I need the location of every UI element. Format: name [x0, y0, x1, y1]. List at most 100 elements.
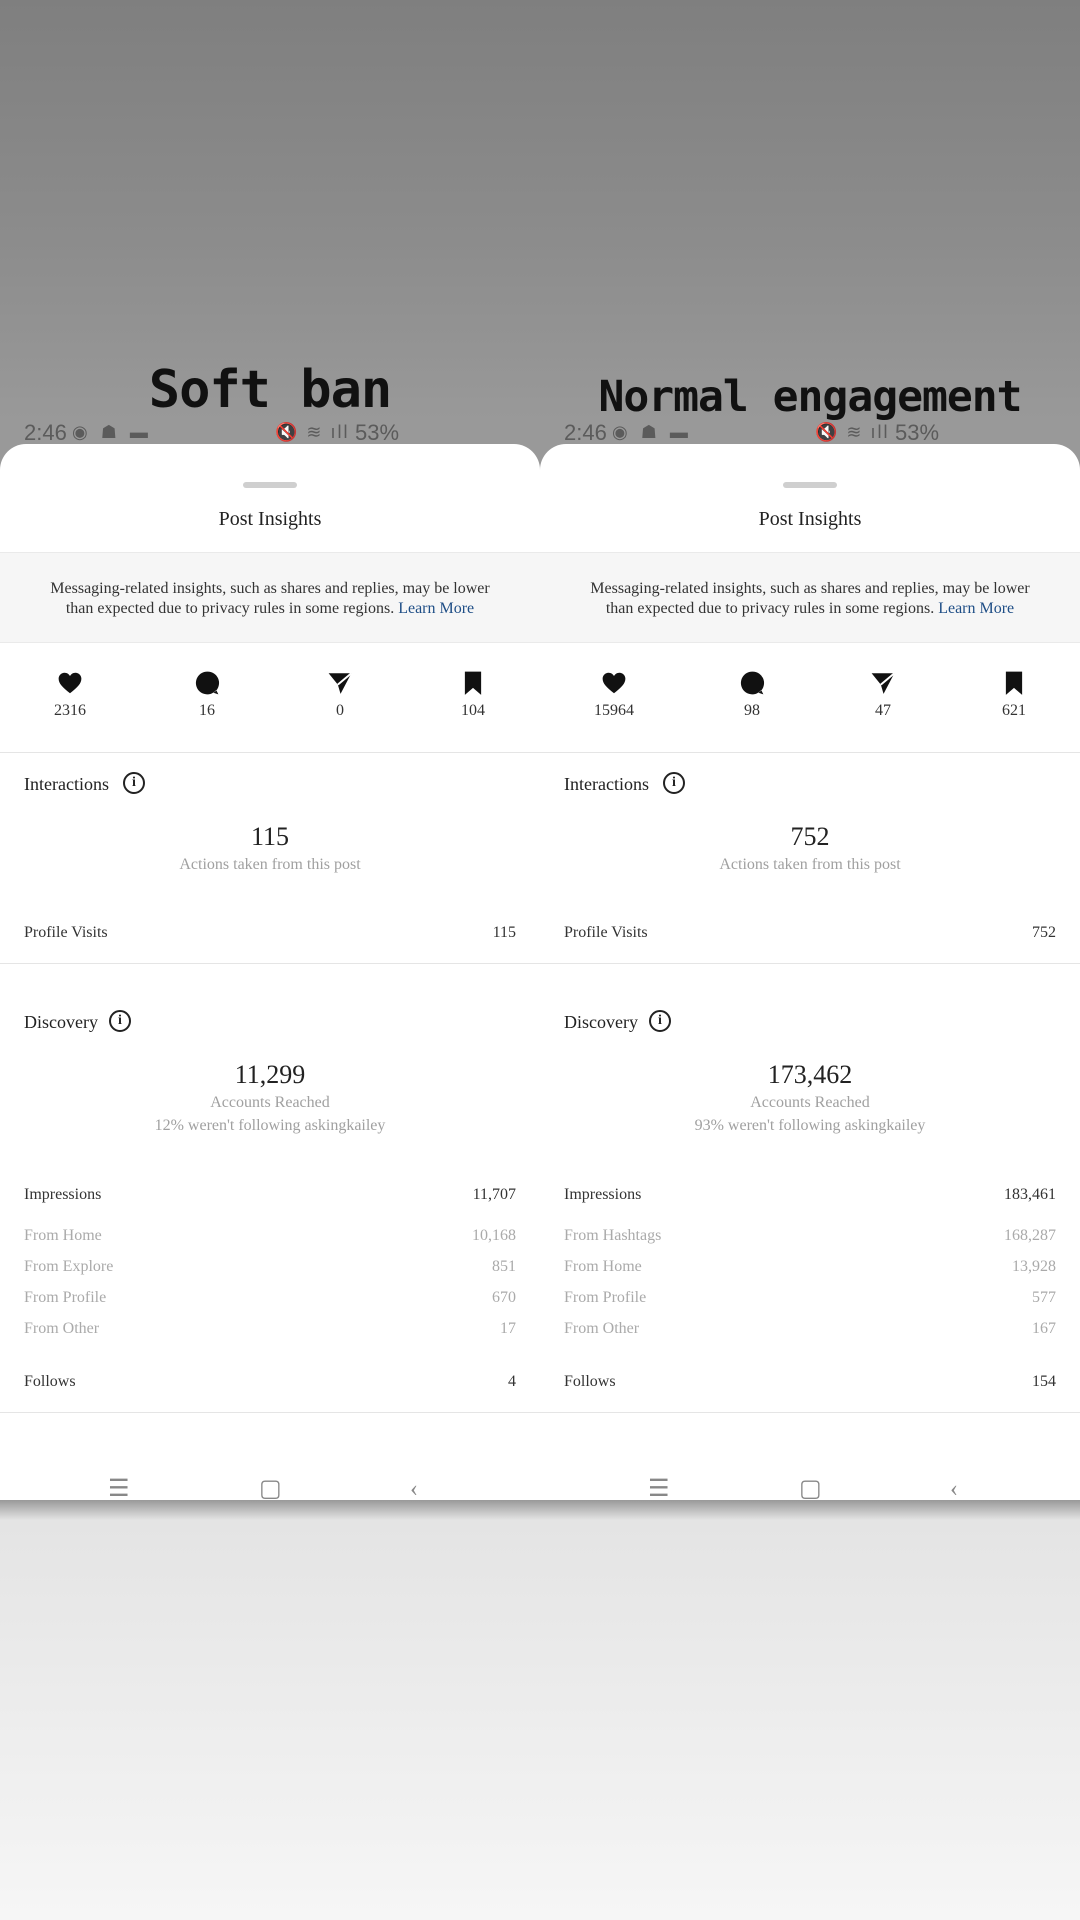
interactions-info-icon[interactable]: i: [663, 772, 685, 794]
sheet-drag-handle[interactable]: [783, 482, 837, 488]
bottom-sheet: Post Insights Messaging-related insights…: [0, 444, 540, 1500]
impressions-value: 183,461: [1004, 1186, 1056, 1203]
profile-visits-label: Profile Visits: [564, 924, 648, 941]
comments-stat: 16: [162, 644, 252, 720]
interactions-heading: Interactions: [24, 774, 109, 794]
saves-stat: 104: [428, 644, 518, 720]
source-label: From Home: [564, 1258, 642, 1275]
impressions-label: Impressions: [564, 1186, 642, 1203]
interactions-caption: Actions taken from this post: [179, 856, 361, 873]
accounts-reached-caption: Accounts Reached: [750, 1094, 870, 1111]
engagement-stats: 2316 16 0 104: [0, 644, 540, 753]
source-label: From Hashtags: [564, 1227, 662, 1244]
likes-stat: 2316: [25, 644, 115, 720]
discovery-info-icon[interactable]: i: [649, 1010, 671, 1032]
battery-level: 53%: [895, 420, 940, 445]
back-button[interactable]: ‹: [410, 1477, 418, 1501]
source-value: 13,928: [1012, 1258, 1056, 1275]
likes-count: 15964: [594, 702, 634, 719]
comment-icon: [740, 671, 765, 695]
soft-ban-label: Soft ban: [148, 360, 392, 420]
non-follower-note: 12% weren't following askingkailey: [154, 1117, 386, 1134]
profile-visits-value: 752: [1032, 924, 1056, 941]
shares-count: 0: [336, 702, 344, 719]
share-icon: [871, 672, 896, 694]
accounts-reached-total: 173,462: [767, 1060, 853, 1089]
section-divider: [540, 963, 1080, 964]
source-label: From Profile: [564, 1289, 647, 1306]
privacy-notice: Messaging-related insights, such as shar…: [0, 552, 540, 643]
bookmark-icon: [464, 671, 482, 695]
source-value: 670: [492, 1289, 516, 1306]
status-time: 2:46: [564, 420, 607, 445]
interactions-total: 115: [250, 822, 290, 851]
insights-panel-soft-ban: 2:46 ◉ ☗ ▬ 🔇 ≋ ıll 53% Post Insights Mes…: [0, 420, 540, 1501]
comment-icon: [195, 671, 220, 695]
signal-icons: 🔇 ≋ ıll: [815, 422, 890, 442]
source-label: From Profile: [24, 1289, 107, 1306]
shares-count: 47: [875, 702, 891, 719]
recents-button[interactable]: ☰: [648, 1477, 670, 1501]
accounts-reached-caption: Accounts Reached: [210, 1094, 330, 1111]
source-label: From Other: [24, 1320, 100, 1337]
home-button[interactable]: ▢: [799, 1477, 822, 1501]
sheet-title: Post Insights: [218, 508, 322, 530]
interactions-info-icon[interactable]: i: [123, 772, 145, 794]
heart-icon: [602, 672, 626, 694]
source-value: 577: [1032, 1289, 1056, 1306]
engagement-stats: 15964 98 47 621: [540, 644, 1080, 753]
discovery-info-icon[interactable]: i: [109, 1010, 131, 1032]
section-divider: [0, 963, 540, 964]
interactions-total: 752: [790, 822, 830, 851]
heart-icon: [58, 672, 82, 694]
recents-button[interactable]: ☰: [108, 1477, 130, 1501]
source-value: 17: [500, 1320, 516, 1337]
source-label: From Home: [24, 1227, 102, 1244]
non-follower-note: 93% weren't following askingkailey: [694, 1117, 926, 1134]
profile-visits-label: Profile Visits: [24, 924, 108, 941]
sheet-drag-handle[interactable]: [243, 482, 297, 488]
signal-icons: 🔇 ≋ ıll: [275, 422, 350, 442]
saves-count: 104: [461, 702, 485, 719]
likes-stat: 15964: [569, 644, 659, 720]
shares-stat: 0: [295, 644, 385, 720]
follows-label: Follows: [24, 1373, 76, 1390]
home-button[interactable]: ▢: [259, 1477, 282, 1501]
battery-level: 53%: [355, 420, 400, 445]
section-divider: [540, 1412, 1080, 1413]
insights-panel-normal: 2:46 ◉ ☗ ▬ 🔇 ≋ ıll 53% Post Insights Mes…: [540, 420, 1080, 1501]
source-value: 168,287: [1004, 1227, 1056, 1244]
source-label: From Explore: [24, 1258, 114, 1275]
system-nav-bar: ☰ ▢ ‹: [0, 1477, 540, 1501]
status-time: 2:46: [24, 420, 67, 445]
follows-value: 4: [508, 1373, 516, 1390]
section-divider: [0, 1412, 540, 1413]
notification-icons: ◉ ☗ ▬: [612, 422, 692, 442]
sheet-title: Post Insights: [758, 508, 862, 530]
notification-icons: ◉ ☗ ▬: [72, 422, 152, 442]
accounts-reached-total: 11,299: [234, 1060, 306, 1089]
impressions-value: 11,707: [472, 1186, 516, 1203]
likes-count: 2316: [54, 702, 86, 719]
normal-engagement-label: Normal engagement: [598, 372, 1022, 422]
saves-stat: 621: [969, 644, 1059, 720]
impressions-label: Impressions: [24, 1186, 102, 1203]
profile-visits-value: 115: [492, 924, 516, 941]
discovery-heading: Discovery: [564, 1012, 638, 1032]
bottom-sheet: Post Insights Messaging-related insights…: [540, 444, 1080, 1500]
privacy-notice: Messaging-related insights, such as shar…: [540, 552, 1080, 643]
interactions-heading: Interactions: [564, 774, 649, 794]
bookmark-icon: [1005, 671, 1023, 695]
saves-count: 621: [1002, 702, 1026, 719]
comments-count: 98: [744, 702, 760, 719]
source-label: From Other: [564, 1320, 640, 1337]
learn-more-link[interactable]: Learn More: [398, 600, 474, 617]
back-button[interactable]: ‹: [950, 1477, 958, 1501]
learn-more-link[interactable]: Learn More: [938, 600, 1014, 617]
discovery-heading: Discovery: [24, 1012, 98, 1032]
source-value: 167: [1032, 1320, 1056, 1337]
comments-count: 16: [199, 702, 215, 719]
share-icon: [328, 672, 353, 694]
follows-label: Follows: [564, 1373, 616, 1390]
source-value: 851: [492, 1258, 516, 1275]
